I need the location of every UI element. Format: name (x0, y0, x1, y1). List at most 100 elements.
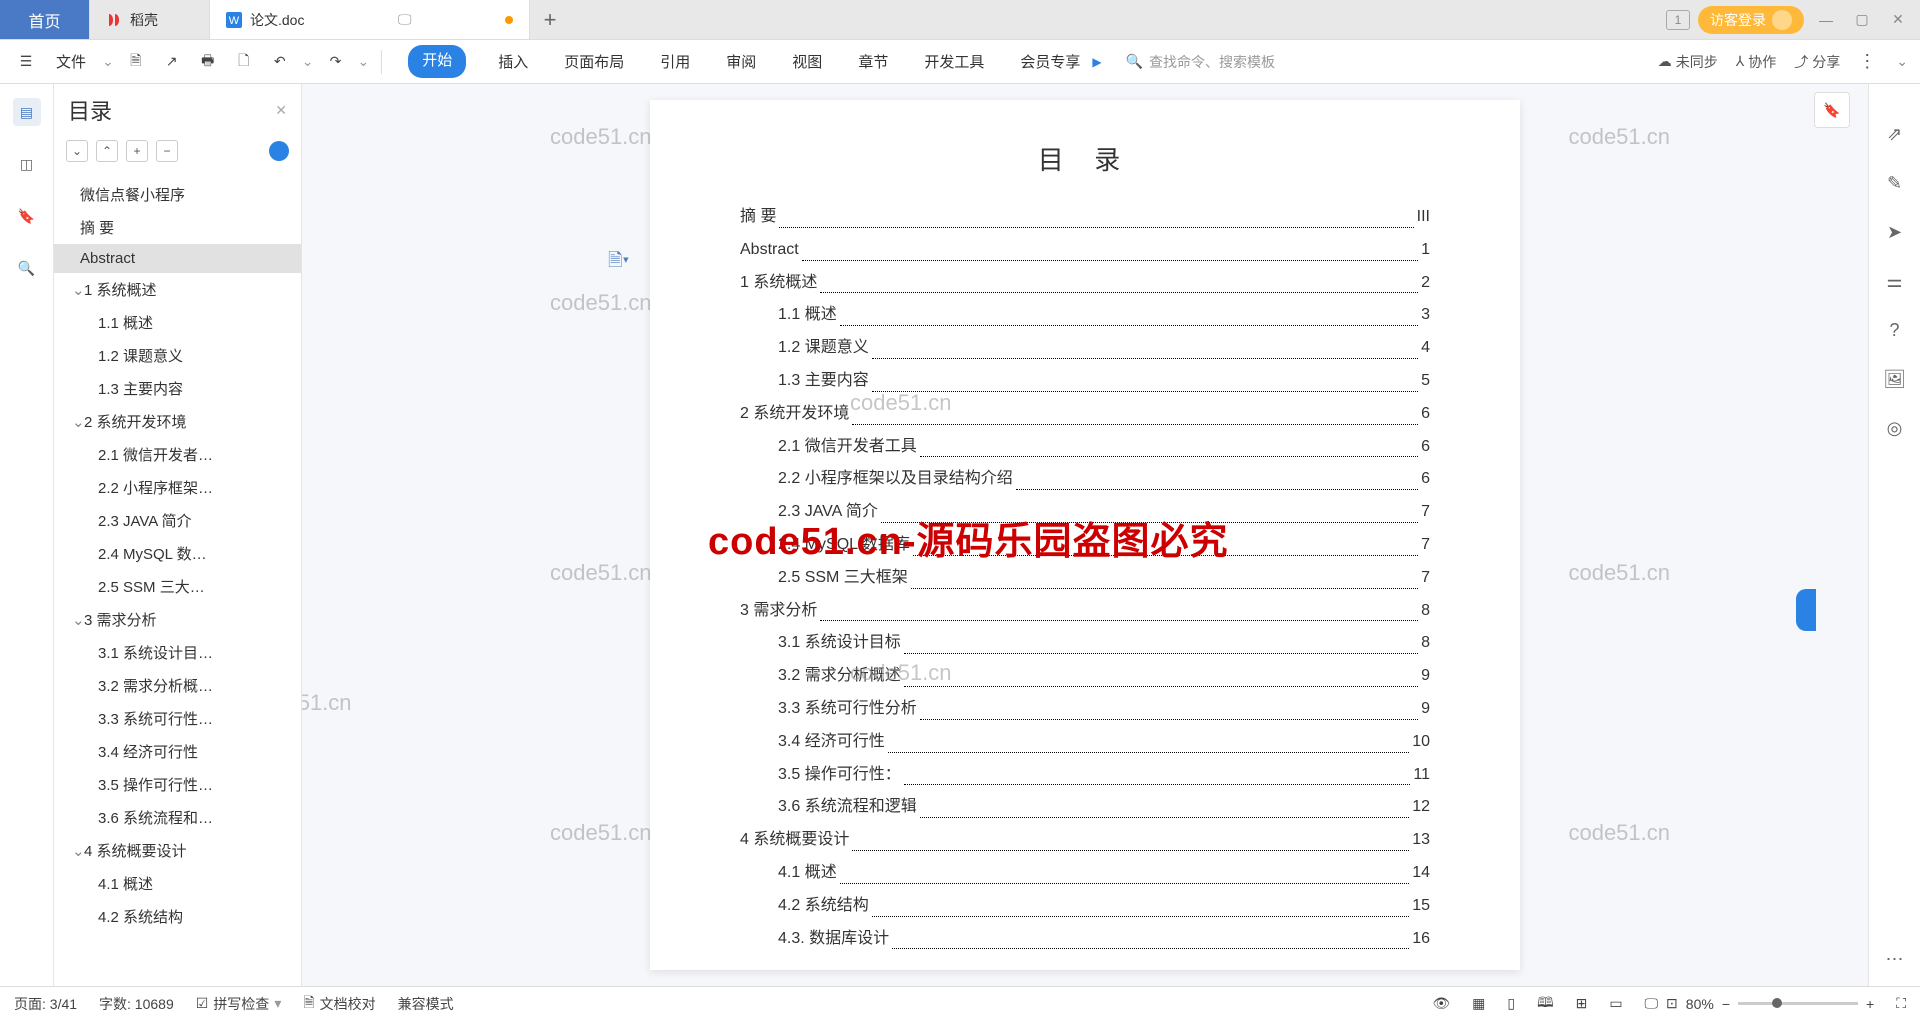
hamburger-icon[interactable]: ☰ (12, 48, 40, 76)
menu-审阅[interactable]: 审阅 (722, 45, 760, 78)
document-scroll[interactable]: 🗎▾ 目 录 摘 要IIIAbstract11 系统概述21.1 概述31.2 … (302, 84, 1868, 986)
toc-row[interactable]: 3.3 系统可行性分析9 (740, 693, 1430, 726)
view-web-icon[interactable]: ▦ (1472, 995, 1485, 1012)
zoom-control[interactable]: 🖵 ⊡ 80% − + (1645, 995, 1875, 1012)
word-count[interactable]: 字数: 10689 (99, 994, 174, 1014)
zoom-out-icon[interactable]: − (1722, 996, 1730, 1012)
settings-slider-icon[interactable]: ⚌ (1886, 271, 1902, 292)
outline-list[interactable]: 微信点餐小程序摘 要Abstract⌄1 系统概述1.1 概述1.2 课题意义1… (54, 172, 301, 986)
outline-item[interactable]: 2.2 小程序框架… (54, 471, 301, 504)
outline-item[interactable]: 1.3 主要内容 (54, 372, 301, 405)
expand-all-icon[interactable]: ⌃ (96, 140, 118, 162)
minimize-button[interactable]: — (1812, 6, 1840, 34)
tab-docket[interactable]: 稻壳 (90, 0, 210, 39)
spellcheck-button[interactable]: ☑拼写检查▾ (196, 994, 282, 1014)
toc-row[interactable]: 3.6 系统流程和逻辑12 (740, 791, 1430, 824)
view-outline-icon[interactable]: ⊞ (1576, 995, 1588, 1012)
outline-item[interactable]: ⌄1 系统概述 (54, 273, 301, 306)
toc-row[interactable]: 2.2 小程序框架以及目录结构介绍6 (740, 463, 1430, 496)
eye-icon[interactable]: 👁 (1432, 995, 1450, 1012)
page-indicator[interactable]: 页面: 3/41 (14, 994, 77, 1014)
menu-引用[interactable]: 引用 (656, 45, 694, 78)
view-read-icon[interactable]: 🕮 (1537, 992, 1554, 1016)
toc-row[interactable]: Abstract1 (740, 234, 1430, 267)
menu-开始[interactable]: 开始 (408, 45, 466, 78)
sync-status[interactable]: ☁未同步 (1658, 52, 1718, 72)
redo-icon[interactable]: ↷ (321, 48, 349, 76)
bookmark-tab-icon[interactable]: ◫ (13, 150, 41, 178)
remove-item-icon[interactable]: − (156, 140, 178, 162)
collapse-all-icon[interactable]: ⌄ (66, 140, 88, 162)
toc-row[interactable]: 1 系统概述2 (740, 267, 1430, 300)
preview-icon[interactable]: 🗋 (230, 48, 258, 76)
pen-icon[interactable]: ✎ (1887, 173, 1902, 194)
export-icon[interactable]: ↗ (158, 48, 186, 76)
tab-add-button[interactable]: + (530, 0, 570, 39)
more-icon[interactable]: ⋮ (1858, 51, 1878, 72)
menu-页面布局[interactable]: 页面布局 (560, 45, 628, 78)
outline-item[interactable]: ⌄4 系统概要设计 (54, 834, 301, 867)
outline-settings-icon[interactable] (269, 141, 289, 161)
outline-item[interactable]: Abstract (54, 244, 301, 273)
toc-row[interactable]: 3.4 经济可行性10 (740, 726, 1430, 759)
toc-row[interactable]: 3.2 需求分析概述9 (740, 660, 1430, 693)
outline-item[interactable]: 3.4 经济可行性 (54, 735, 301, 768)
outline-item[interactable]: 微信点餐小程序 (54, 178, 301, 211)
command-search[interactable]: 🔍 查找命令、搜索模板 (1126, 52, 1275, 72)
save-icon[interactable]: 🗎 (122, 48, 150, 76)
menu-overflow-icon[interactable]: ▶ (1092, 55, 1101, 69)
outline-item[interactable]: ⌄2 系统开发环境 (54, 405, 301, 438)
outline-item[interactable]: 3.1 系统设计目… (54, 636, 301, 669)
close-button[interactable]: ✕ (1884, 6, 1912, 34)
outline-item[interactable]: 1.2 课题意义 (54, 339, 301, 372)
print-icon[interactable]: 🖶 (194, 48, 222, 76)
menu-插入[interactable]: 插入 (494, 45, 532, 78)
zoom-in-icon[interactable]: + (1866, 996, 1874, 1012)
outline-item[interactable]: 2.3 JAVA 简介 (54, 504, 301, 537)
toc-row[interactable]: 4.3. 数据库设计16 (740, 923, 1430, 956)
toc-row[interactable]: 3.1 系统设计目标8 (740, 627, 1430, 660)
toc-row[interactable]: 2.3 JAVA 简介7 (740, 496, 1430, 529)
outline-item[interactable]: 1.1 概述 (54, 306, 301, 339)
fullscreen-icon[interactable]: ⛶ (1896, 995, 1906, 1012)
toc-row[interactable]: 2.4 MySQL 数据库7 (740, 529, 1430, 562)
toc-row[interactable]: 1.1 概述3 (740, 299, 1430, 332)
view-page-icon[interactable]: ▯ (1507, 995, 1515, 1012)
view-focus-icon[interactable]: ▭ (1609, 995, 1622, 1012)
outline-item[interactable]: 3.2 需求分析概… (54, 669, 301, 702)
menu-开发工具[interactable]: 开发工具 (920, 45, 988, 78)
more-tools-icon[interactable]: ⋯ (1886, 949, 1904, 970)
toc-row[interactable]: 3 需求分析8 (740, 595, 1430, 628)
outline-item[interactable]: 4.1 概述 (54, 867, 301, 900)
login-button[interactable]: 访客登录 (1698, 6, 1804, 34)
search-tab-icon[interactable]: 🔍 (13, 254, 41, 282)
outline-close-icon[interactable]: ✕ (275, 102, 287, 119)
outline-item[interactable]: 2.1 微信开发者… (54, 438, 301, 471)
outline-item[interactable]: ⌄3 需求分析 (54, 603, 301, 636)
collab-button[interactable]: ⅄协作 (1736, 52, 1777, 72)
undo-icon[interactable]: ↶ (266, 48, 294, 76)
outline-item[interactable]: 2.4 MySQL 数… (54, 537, 301, 570)
outline-item[interactable]: 3.6 系统流程和… (54, 801, 301, 834)
maximize-button[interactable]: ▢ (1848, 6, 1876, 34)
panel-count-button[interactable]: 1 (1666, 10, 1690, 30)
outline-item[interactable]: 3.5 操作可行性… (54, 768, 301, 801)
location-icon[interactable]: ◎ (1887, 418, 1903, 439)
outline-icon[interactable]: ▤ (13, 98, 41, 126)
tab-home[interactable]: 首页 (0, 0, 90, 39)
proofread-button[interactable]: 🗎文档校对 (303, 992, 375, 1016)
outline-item[interactable]: 摘 要 (54, 211, 301, 244)
outline-item[interactable]: 2.5 SSM 三大… (54, 570, 301, 603)
share-button[interactable]: ⤴分享 (1794, 52, 1840, 72)
toc-row[interactable]: 2 系统开发环境6 (740, 398, 1430, 431)
outline-item[interactable]: 4.2 系统结构 (54, 900, 301, 933)
ribbon-bookmark-icon[interactable]: 🔖 (13, 202, 41, 230)
toc-row[interactable]: 2.5 SSM 三大框架7 (740, 562, 1430, 595)
menu-会员专享[interactable]: 会员专享 (1016, 45, 1084, 78)
cursor-icon[interactable]: ➤ (1887, 222, 1902, 243)
tab-document[interactable]: W 论文.doc 🖵 (210, 0, 530, 39)
menu-章节[interactable]: 章节 (854, 45, 892, 78)
outline-item[interactable]: 3.3 系统可行性… (54, 702, 301, 735)
toc-row[interactable]: 4.1 概述14 (740, 857, 1430, 890)
add-item-icon[interactable]: + (126, 140, 148, 162)
